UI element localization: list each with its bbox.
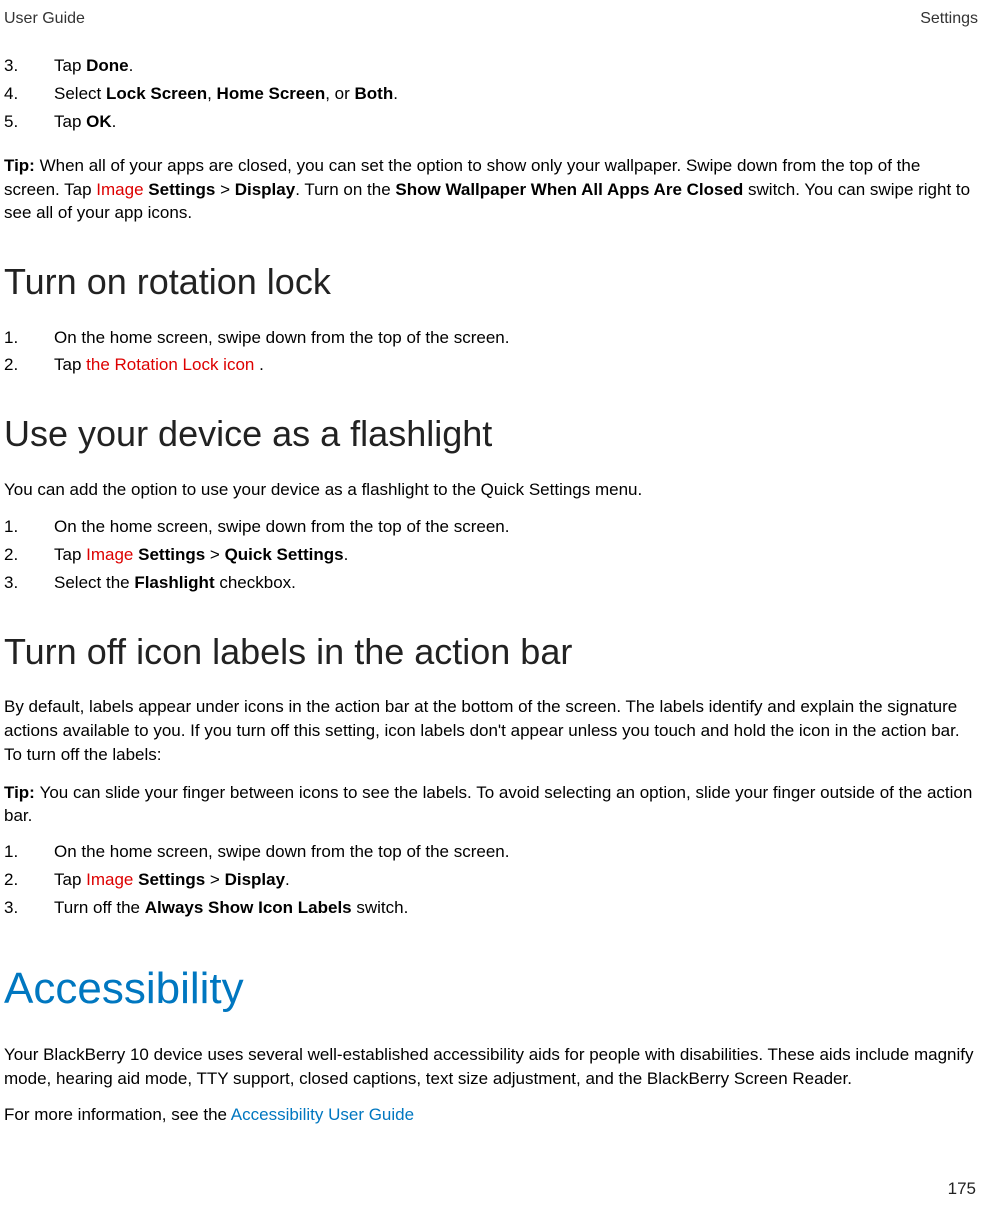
list-number: 3. xyxy=(4,54,54,78)
chapter-title-accessibility: Accessibility xyxy=(4,958,978,1020)
page-content: 3. Tap Done. 4. Select Lock Screen, Home… xyxy=(0,54,982,1126)
bold-text: Settings xyxy=(148,180,215,199)
list-number: 2. xyxy=(4,543,54,567)
text: , xyxy=(207,84,216,103)
bold-text: Display xyxy=(225,870,285,889)
settings-icon: Image xyxy=(86,545,138,564)
list-item: 2. Tap the Rotation Lock icon . xyxy=(4,353,978,377)
settings-icon: Image xyxy=(86,870,138,889)
list-text: Tap Image Settings > Quick Settings. xyxy=(54,543,978,567)
bold-text: OK xyxy=(86,112,112,131)
text: Tap xyxy=(54,56,86,75)
tip-paragraph: Tip: When all of your apps are closed, y… xyxy=(4,154,978,225)
flashlight-intro: You can add the option to use your devic… xyxy=(4,478,978,502)
text: Turn off the xyxy=(54,898,145,917)
page-header: User Guide Settings xyxy=(0,0,982,30)
bold-text: Settings xyxy=(138,545,205,564)
text: . xyxy=(259,355,264,374)
accessibility-link-paragraph: For more information, see the Accessibil… xyxy=(4,1103,978,1127)
list-number: 3. xyxy=(4,571,54,595)
bold-text: Settings xyxy=(138,870,205,889)
list-number: 5. xyxy=(4,110,54,134)
list-text: Tap OK. xyxy=(54,110,978,134)
list-number: 1. xyxy=(4,840,54,864)
list-item: 1. On the home screen, swipe down from t… xyxy=(4,326,978,350)
text: > xyxy=(205,545,224,564)
steps-list-flashlight: 1. On the home screen, swipe down from t… xyxy=(4,515,978,594)
text: Tap xyxy=(54,112,86,131)
list-item: 2. Tap Image Settings > Display. xyxy=(4,868,978,892)
list-item: 5. Tap OK. xyxy=(4,110,978,134)
text: Select the xyxy=(54,573,134,592)
list-number: 3. xyxy=(4,896,54,920)
steps-list-initial: 3. Tap Done. 4. Select Lock Screen, Home… xyxy=(4,54,978,133)
list-item: 3. Select the Flashlight checkbox. xyxy=(4,571,978,595)
list-text: Tap Image Settings > Display. xyxy=(54,868,978,892)
text: , or xyxy=(325,84,354,103)
bold-text: Always Show Icon Labels xyxy=(145,898,352,917)
list-item: 2. Tap Image Settings > Quick Settings. xyxy=(4,543,978,567)
bold-text: Quick Settings xyxy=(225,545,344,564)
text: . xyxy=(112,112,117,131)
section-title-flashlight: Use your device as a flashlight xyxy=(4,409,978,459)
settings-icon: Image xyxy=(96,180,148,199)
accessibility-guide-link[interactable]: Accessibility User Guide xyxy=(231,1105,414,1124)
text: . xyxy=(285,870,290,889)
bold-text: Display xyxy=(235,180,295,199)
text: For more information, see the xyxy=(4,1105,231,1124)
tip-label: Tip: xyxy=(4,156,40,175)
steps-list-rotation: 1. On the home screen, swipe down from t… xyxy=(4,326,978,378)
text: Tap xyxy=(54,545,86,564)
text: . xyxy=(129,56,134,75)
list-text: Turn off the Always Show Icon Labels swi… xyxy=(54,896,978,920)
header-right: Settings xyxy=(920,8,978,30)
list-text: Tap the Rotation Lock icon . xyxy=(54,353,978,377)
icon-labels-intro: By default, labels appear under icons in… xyxy=(4,695,978,766)
page-number: 175 xyxy=(948,1177,976,1201)
bold-text: Show Wallpaper When All Apps Are Closed xyxy=(395,180,743,199)
list-text: On the home screen, swipe down from the … xyxy=(54,326,978,350)
text: switch. xyxy=(352,898,409,917)
list-text: Select Lock Screen, Home Screen, or Both… xyxy=(54,82,978,106)
text: checkbox. xyxy=(215,573,296,592)
bold-text: Flashlight xyxy=(134,573,214,592)
bold-text: Done xyxy=(86,56,129,75)
icon-labels-tip: Tip: You can slide your finger between i… xyxy=(4,781,978,829)
section-title-icon-labels: Turn off icon labels in the action bar xyxy=(4,627,978,677)
bold-text: Home Screen xyxy=(217,84,326,103)
text: Select xyxy=(54,84,106,103)
text: Tap xyxy=(54,870,86,889)
text: You can slide your finger between icons … xyxy=(4,783,972,826)
steps-list-icon-labels: 1. On the home screen, swipe down from t… xyxy=(4,840,978,919)
list-item: 3. Tap Done. xyxy=(4,54,978,78)
text: . xyxy=(344,545,349,564)
text: > xyxy=(205,870,224,889)
list-text: On the home screen, swipe down from the … xyxy=(54,515,978,539)
tip-label: Tip: xyxy=(4,783,40,802)
list-number: 2. xyxy=(4,868,54,892)
list-number: 2. xyxy=(4,353,54,377)
list-number: 4. xyxy=(4,82,54,106)
list-item: 4. Select Lock Screen, Home Screen, or B… xyxy=(4,82,978,106)
bold-text: Lock Screen xyxy=(106,84,207,103)
list-text: Tap Done. xyxy=(54,54,978,78)
header-left: User Guide xyxy=(4,8,85,30)
accessibility-paragraph: Your BlackBerry 10 device uses several w… xyxy=(4,1043,978,1091)
text: > xyxy=(215,180,234,199)
list-number: 1. xyxy=(4,515,54,539)
list-number: 1. xyxy=(4,326,54,350)
list-item: 1. On the home screen, swipe down from t… xyxy=(4,840,978,864)
rotation-lock-icon: the Rotation Lock icon xyxy=(86,355,259,374)
text: Tap xyxy=(54,355,86,374)
list-text: On the home screen, swipe down from the … xyxy=(54,840,978,864)
bold-text: Both xyxy=(355,84,394,103)
list-item: 1. On the home screen, swipe down from t… xyxy=(4,515,978,539)
list-text: Select the Flashlight checkbox. xyxy=(54,571,978,595)
text: . Turn on the xyxy=(295,180,395,199)
list-item: 3. Turn off the Always Show Icon Labels … xyxy=(4,896,978,920)
section-title-rotation-lock: Turn on rotation lock xyxy=(4,257,978,307)
text: . xyxy=(393,84,398,103)
